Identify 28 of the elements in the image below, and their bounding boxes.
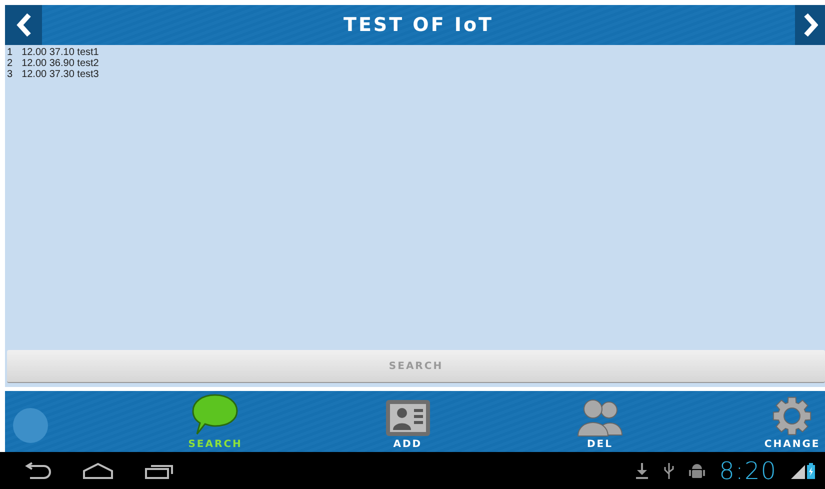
circle-icon: [12, 408, 48, 443]
clock-time: 8:20: [719, 456, 777, 484]
row-number: 3: [7, 69, 13, 80]
home-button[interactable]: [82, 462, 114, 480]
battery-icon: [807, 462, 815, 478]
chevron-right-icon: [802, 12, 818, 38]
settings-icon: [771, 395, 814, 437]
record-text[interactable]: 12.00 36.90 test2: [22, 58, 99, 69]
download-icon: [635, 462, 650, 480]
row-number: 1: [7, 47, 13, 58]
row-number: 2: [7, 58, 13, 69]
record-text[interactable]: 12.00 37.10 test1: [22, 47, 99, 58]
tab[interactable]: CHANGE: [760, 391, 825, 452]
signal-icon: [791, 464, 805, 478]
record-text[interactable]: 12.00 37.30 test3: [22, 69, 99, 80]
home-icon: [82, 462, 114, 480]
robot-icon: [689, 462, 706, 480]
people-icon: [576, 399, 624, 437]
usb-icon: [663, 462, 676, 480]
app-title: TEST OF IoT: [342, 14, 495, 36]
tab[interactable]: SEARCH: [182, 391, 248, 452]
contact-card-icon: [384, 399, 431, 437]
forward-button[interactable]: [795, 5, 825, 45]
tab[interactable]: DEL: [567, 391, 633, 452]
speech-bubble-icon: [191, 393, 240, 437]
tab[interactable]: ADD: [374, 391, 440, 452]
chevron-left-icon: [14, 12, 32, 38]
back-button[interactable]: [5, 5, 42, 45]
